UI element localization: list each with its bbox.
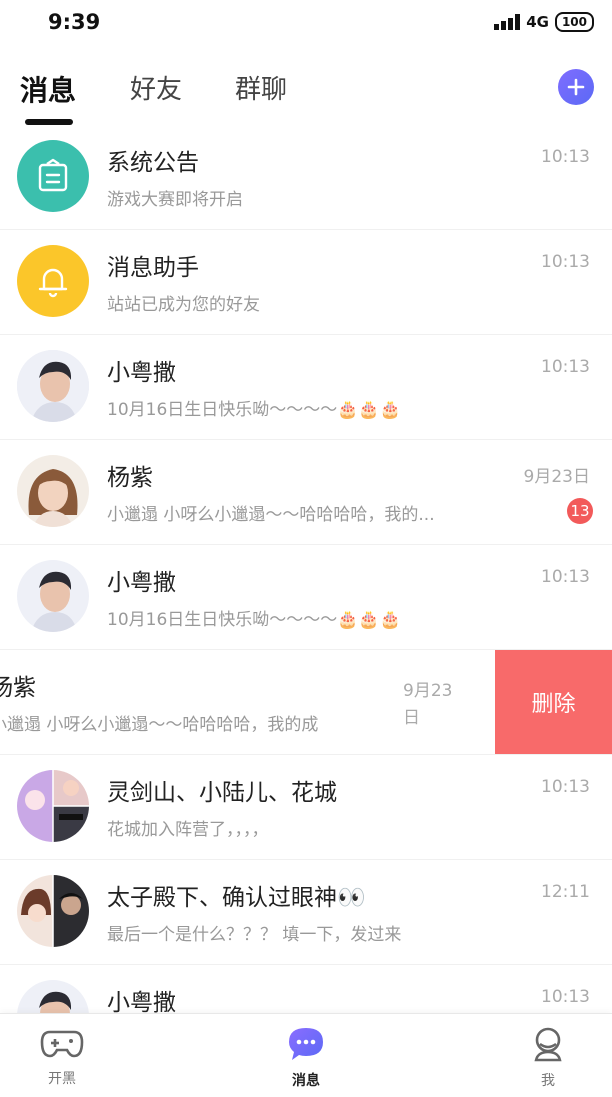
user-avatar <box>17 560 89 632</box>
conversation-preview: 小邋遢 小呀么小邋遢～～哈哈哈哈，我的成 <box>0 715 319 735</box>
conversation-preview: 10月16日生日快乐呦～～～～🎂🎂🎂 <box>107 400 401 420</box>
conversation-row[interactable]: 小粤撒 10月16日生日快乐呦～～～～🎂🎂🎂 10:13 <box>0 335 612 440</box>
group-avatar <box>17 875 89 947</box>
conversation-title: 消息助手 <box>107 255 199 281</box>
add-button[interactable] <box>558 69 594 105</box>
plus-icon <box>567 78 585 96</box>
conversation-time: 10:13 <box>541 777 590 797</box>
conversation-time: 12:11 <box>541 882 590 902</box>
conversation-time: 10:13 <box>541 987 590 1007</box>
unread-badge: 13 <box>567 498 593 524</box>
status-icons: 4G 100 <box>494 12 594 32</box>
conversation-title: 杨紫 <box>107 465 153 491</box>
conversation-preview: 10月16日生日快乐呦～～～～🎂🎂🎂 <box>107 610 401 630</box>
nav-label: 开黑 <box>48 1071 76 1087</box>
nav-item-messages[interactable]: 消息 <box>266 1026 346 1090</box>
notice-icon <box>17 140 89 212</box>
conversation-preview: 站站已成为您的好友 <box>107 295 260 315</box>
conversation-time: 10:13 <box>541 357 590 377</box>
conversation-row[interactable]: 灵剑山、小陆儿、花城 花城加入阵营了，，，， 10:13 <box>0 755 612 860</box>
tab-messages[interactable]: 消息 <box>20 69 76 109</box>
conversation-title: 太子殿下、确认过眼神👀 <box>107 885 366 911</box>
profile-icon <box>534 1027 562 1062</box>
signal-icon <box>494 14 521 30</box>
conversation-row[interactable]: 太子殿下、确认过眼神👀 最后一个是什么？？？ 填一下，发过来 12:11 <box>0 860 612 965</box>
bell-icon <box>17 245 89 317</box>
conversation-preview: 最后一个是什么？？？ 填一下，发过来 <box>107 925 402 945</box>
network-type: 4G <box>526 13 549 31</box>
status-time: 9:39 <box>48 10 101 34</box>
nav-item-play[interactable]: 开黑 <box>22 1026 102 1088</box>
conversation-time: 9月23日 <box>523 467 590 487</box>
conversation-title: 灵剑山、小陆儿、花城 <box>107 780 337 806</box>
status-bar: 9:39 4G 100 <box>0 0 612 50</box>
conversation-title: 系统公告 <box>107 150 199 176</box>
conversation-preview: 游戏大赛即将开启 <box>107 190 243 210</box>
chat-bubble-icon <box>289 1028 323 1060</box>
user-avatar <box>17 350 89 422</box>
nav-item-me[interactable]: 我 <box>508 1026 588 1090</box>
top-tabs: 消息 好友 群聊 <box>0 55 612 130</box>
tab-groups[interactable]: 群聊 <box>235 69 287 106</box>
user-avatar <box>17 455 89 527</box>
conversation-preview: 花城加入阵营了，，，， <box>107 820 269 840</box>
conversation-title: 杨紫 <box>0 675 36 701</box>
nav-label: 消息 <box>292 1073 320 1089</box>
delete-button[interactable]: 删除 <box>495 650 612 754</box>
conversation-row[interactable]: 小粤撒 10月16日生日快乐呦～～～～🎂🎂🎂 10:13 <box>0 545 612 650</box>
conversation-row[interactable]: 杨紫 小邋遢 小呀么小邋遢～～哈哈哈哈，我的... 9月23日 13 <box>0 440 612 545</box>
conversation-time: 10:13 <box>541 252 590 272</box>
conversation-row[interactable]: 系统公告 游戏大赛即将开启 10:13 <box>0 125 612 230</box>
conversation-time: 9月23日 <box>403 681 453 728</box>
conversation-time: 10:13 <box>541 147 590 167</box>
bottom-nav: 开黑 消息 我 <box>0 1013 612 1097</box>
tab-friends[interactable]: 好友 <box>130 69 182 106</box>
conversation-row[interactable]: 消息助手 站站已成为您的好友 10:13 <box>0 230 612 335</box>
conversation-preview: 小邋遢 小呀么小邋遢～～哈哈哈哈，我的... <box>107 505 435 525</box>
conversation-title: 小粤撒 <box>107 570 176 596</box>
gamepad-icon <box>40 1030 84 1058</box>
conversation-title: 小粤撒 <box>107 360 176 386</box>
group-avatar <box>17 770 89 842</box>
conversation-title: 小粤撒 <box>107 990 176 1016</box>
conversation-time: 10:13 <box>541 567 590 587</box>
conversation-row-swiped[interactable]: 杨紫 小邋遢 小呀么小邋遢～～哈哈哈哈，我的成 9月23日 删除 <box>0 650 612 755</box>
battery-icon: 100 <box>554 12 594 32</box>
nav-label: 我 <box>541 1073 555 1089</box>
